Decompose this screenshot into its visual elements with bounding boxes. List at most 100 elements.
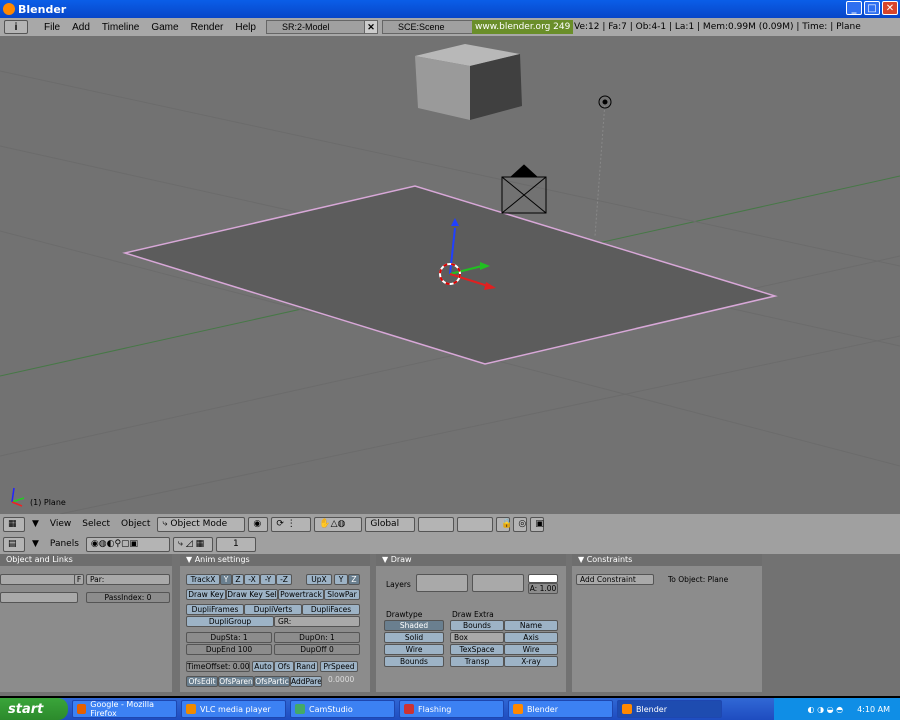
powertrack-button[interactable]: Powertrack (278, 589, 324, 600)
start-button[interactable]: start (0, 698, 68, 720)
track-negz-button[interactable]: -Z (276, 574, 292, 585)
task-blender-1[interactable]: Blender (508, 700, 613, 718)
panel-constraints-collapse-icon[interactable]: ▼ (578, 555, 587, 564)
manipulator-icons[interactable]: ✋△◍ (314, 516, 363, 532)
tray-icons[interactable]: ◐ ◑ ◒ ◓ (808, 705, 844, 714)
menu-help[interactable]: Help (229, 22, 262, 33)
buttons-editor-type-icon[interactable]: ▤ (3, 536, 25, 552)
lock-icon[interactable]: 🔒 (496, 516, 513, 532)
buttons-collapse-icon[interactable]: ▼ (28, 537, 43, 552)
panel-draw-collapse-icon[interactable]: ▼ (382, 555, 391, 564)
dupon-field[interactable]: DupOn: 1 (274, 632, 360, 643)
slowpar-button[interactable]: SlowPar (324, 589, 360, 600)
dupliframes-button[interactable]: DupliFrames (186, 604, 244, 615)
editor-type-icon[interactable]: ▦ (3, 516, 25, 532)
menu-object[interactable]: Object (117, 517, 154, 532)
screen-selector[interactable]: SR:2-Model ✕ (265, 20, 378, 34)
drawtype-bounds[interactable]: Bounds (384, 656, 444, 667)
rand-button[interactable]: Rand (294, 661, 318, 672)
alpha-field[interactable]: A: 1.00 (528, 583, 558, 594)
parent-field[interactable]: Par: (86, 574, 170, 585)
context-tab-icons[interactable]: ◉◍◐⚲▢▣ (85, 536, 170, 552)
layer-buttons-2[interactable] (457, 516, 494, 532)
extra-name[interactable]: Name (504, 620, 558, 631)
menu-select[interactable]: Select (78, 517, 114, 532)
prspeed-button[interactable]: PrSpeed (320, 661, 358, 672)
close-button[interactable]: ✕ (882, 1, 898, 15)
render-icon[interactable]: ◎ (513, 516, 528, 532)
draw-key-button[interactable]: Draw Key (186, 589, 226, 600)
layer-buttons-1[interactable] (418, 516, 455, 532)
sub-context-icons[interactable]: ⤷ ◿ ▦ (172, 536, 213, 552)
drawtype-solid[interactable]: Solid (384, 632, 444, 643)
object-slider[interactable] (0, 592, 78, 603)
menu-view[interactable]: View (46, 517, 75, 532)
object-name-field[interactable] (0, 574, 76, 585)
track-z-button[interactable]: Z (232, 574, 244, 585)
task-flashing[interactable]: Flashing (399, 700, 504, 718)
task-blender-2[interactable]: Blender (617, 700, 722, 718)
duplifaces-button[interactable]: DupliFaces (302, 604, 360, 615)
camstudio-icon (295, 704, 305, 714)
dupliverts-button[interactable]: DupliVerts (244, 604, 302, 615)
menu-file[interactable]: File (38, 22, 66, 33)
layer-grid-1[interactable] (416, 574, 468, 592)
add-constraint-button[interactable]: Add Constraint (576, 574, 654, 585)
ofs-button[interactable]: Ofs (274, 661, 294, 672)
panel-collapse-icon[interactable]: ▼ (186, 555, 195, 564)
menu-game[interactable]: Game (145, 22, 184, 33)
3d-viewport[interactable] (0, 36, 900, 514)
info-window-icon[interactable]: i (4, 20, 28, 34)
up-y-button[interactable]: Y (334, 574, 348, 585)
mode-select[interactable]: ⤷ Object Mode (157, 516, 246, 532)
dupligroup-button[interactable]: DupliGroup (186, 616, 274, 627)
camera-render-icon[interactable]: ▣ (530, 516, 545, 532)
extra-texspace[interactable]: TexSpace (450, 644, 504, 655)
maximize-button[interactable]: □ (864, 1, 880, 15)
draw-key-sel-button[interactable]: Draw Key Sel (226, 589, 278, 600)
ofspartic-button[interactable]: OfsPartic (254, 676, 290, 687)
ofsparen-button[interactable]: OfsParen (218, 676, 254, 687)
draw-type-icon[interactable]: ◉ (248, 516, 269, 532)
task-vlc[interactable]: VLC media player (181, 700, 286, 718)
pass-index-field[interactable]: PassIndex: 0 (86, 592, 170, 603)
collapse-menu-icon[interactable]: ▼ (28, 517, 43, 532)
menu-render[interactable]: Render (185, 22, 230, 33)
extra-bounds[interactable]: Bounds (450, 620, 504, 631)
track-negy-button[interactable]: -Y (260, 574, 276, 585)
pivot-icon[interactable]: ⟳ ⋮ (271, 516, 312, 532)
orientation-select[interactable]: Global (365, 516, 416, 532)
menu-add[interactable]: Add (66, 22, 96, 33)
frame-number-field[interactable]: 1 (215, 536, 256, 552)
task-camstudio[interactable]: CamStudio (290, 700, 395, 718)
minimize-button[interactable]: _ (846, 1, 862, 15)
group-field[interactable]: GR: (274, 616, 360, 627)
camera-object (501, 164, 547, 214)
dupoff-field[interactable]: DupOff 0 (274, 644, 360, 655)
time-offset-field[interactable]: TimeOffset: 0.00 (186, 661, 250, 672)
layer-grid-2[interactable] (472, 574, 524, 592)
auto-button[interactable]: Auto (252, 661, 274, 672)
fake-user-button[interactable]: F (74, 574, 84, 585)
track-x-button[interactable]: TrackX (186, 574, 220, 585)
dupend-field[interactable]: DupEnd 100 (186, 644, 272, 655)
extra-axis[interactable]: Axis (504, 632, 558, 643)
viewport-canvas[interactable] (0, 36, 900, 514)
up-z-button[interactable]: Z (348, 574, 360, 585)
color-swatch[interactable] (528, 574, 558, 583)
task-firefox[interactable]: Google - Mozilla Firefox (72, 700, 177, 718)
track-y-button[interactable]: Y (220, 574, 232, 585)
extra-wire[interactable]: Wire (504, 644, 558, 655)
addpare-button[interactable]: AddPare (290, 676, 322, 687)
up-x-button[interactable]: UpX (306, 574, 332, 585)
delete-screen-icon[interactable]: ✕ (363, 21, 377, 33)
extra-box-select[interactable]: Box (450, 632, 504, 643)
track-negx-button[interactable]: -X (244, 574, 260, 585)
drawtype-shaded[interactable]: Shaded (384, 620, 444, 631)
drawtype-wire[interactable]: Wire (384, 644, 444, 655)
extra-xray[interactable]: X-ray (504, 656, 558, 667)
extra-transp[interactable]: Transp (450, 656, 504, 667)
ofsedit-button[interactable]: OfsEdit (186, 676, 218, 687)
menu-timeline[interactable]: Timeline (96, 22, 145, 33)
dupsta-field[interactable]: DupSta: 1 (186, 632, 272, 643)
